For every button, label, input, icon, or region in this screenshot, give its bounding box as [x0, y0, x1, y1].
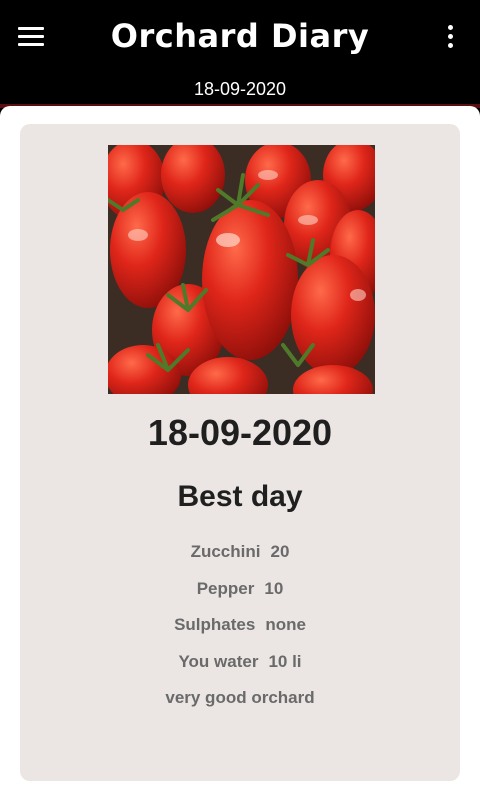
entry-note: very good orchard [165, 688, 315, 707]
entry-date: 18-09-2020 [147, 412, 333, 453]
stat-sulphates: Sulphates none [20, 615, 460, 635]
app-bar: Orchard Diary [0, 0, 480, 72]
entry-title: Best day [177, 480, 303, 513]
menu-icon[interactable] [18, 20, 56, 52]
stat-label: Pepper [196, 579, 255, 598]
stat-zucchini: Zucchini 20 [20, 542, 460, 562]
stat-value: 10 [264, 579, 284, 598]
stat-label: You water [178, 652, 259, 671]
stat-value: none [265, 615, 306, 634]
app-title: Orchard Diary [110, 17, 370, 55]
stat-label: Zucchini [190, 542, 261, 561]
stat-label: Sulphates [174, 615, 256, 634]
stat-pepper: Pepper 10 [20, 579, 460, 599]
stat-water: You water 10 li [20, 652, 460, 672]
more-options-icon[interactable] [440, 22, 460, 50]
stat-value: 20 [270, 542, 290, 561]
stat-value: 10 li [268, 652, 302, 671]
header-date: 18-09-2020 [193, 79, 287, 99]
tomatoes-photo [108, 145, 375, 394]
